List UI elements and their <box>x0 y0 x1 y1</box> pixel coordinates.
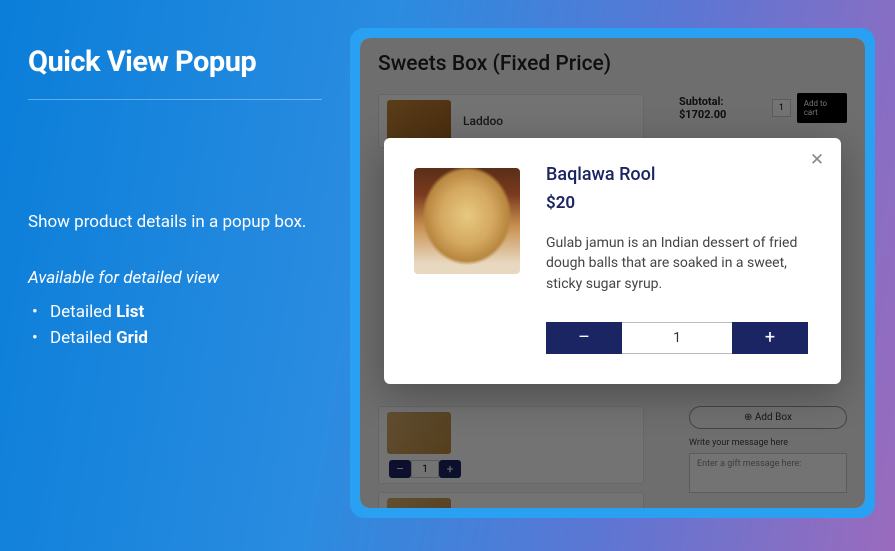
marketing-left-column: Quick View Popup Show product details in… <box>0 0 350 551</box>
feature-title: Quick View Popup <box>28 45 322 100</box>
list-item-prefix: Detailed <box>50 328 116 348</box>
feature-list: Detailed List Detailed Grid <box>28 302 322 348</box>
feature-subheading: Available for detailed view <box>28 268 322 288</box>
product-image <box>414 168 520 274</box>
increment-button[interactable]: + <box>732 322 808 354</box>
list-item-bold: Grid <box>116 328 148 348</box>
close-button[interactable]: ✕ <box>807 150 827 170</box>
quick-view-popup: ✕ Baqlawa Rool $20 Gulab jamun is an Ind… <box>384 138 841 384</box>
decrement-button[interactable]: – <box>546 322 622 354</box>
list-item-prefix: Detailed <box>50 302 116 322</box>
product-description: Gulab jamun is an Indian dessert of frie… <box>546 233 811 294</box>
product-price: $20 <box>546 193 811 213</box>
preview-viewport: Sweets Box (Fixed Price) Laddoo – 1 + <box>360 38 865 508</box>
feature-description: Show product details in a popup box. <box>28 210 322 236</box>
product-name: Baqlawa Rool <box>546 164 811 185</box>
list-item-bold: List <box>116 302 144 322</box>
feature-list-item: Detailed Grid <box>50 328 322 348</box>
quantity-value[interactable]: 1 <box>622 322 732 354</box>
close-icon: ✕ <box>810 150 824 170</box>
product-info: Baqlawa Rool $20 Gulab jamun is an India… <box>546 164 811 354</box>
preview-panel: Sweets Box (Fixed Price) Laddoo – 1 + <box>350 28 875 518</box>
quantity-stepper: – 1 + <box>546 322 808 354</box>
feature-list-item: Detailed List <box>50 302 322 322</box>
